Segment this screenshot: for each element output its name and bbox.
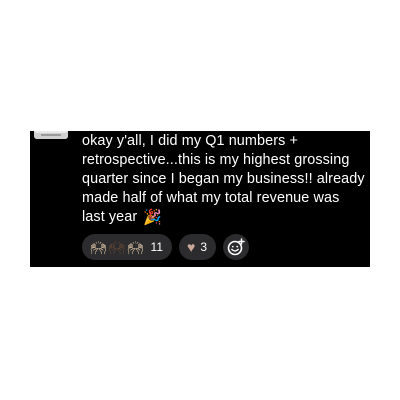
reactions-bar: 🙌︎ 🙌︎ 🙌︎ 11 ♥ 3 xyxy=(82,234,250,260)
message-text: okay y'all, I did my Q1 numbers + retros… xyxy=(82,133,365,225)
add-reaction-button[interactable] xyxy=(223,234,250,260)
avatar[interactable] xyxy=(34,131,68,139)
raised-hands-medium-icon: 🙌︎ xyxy=(127,239,144,255)
message-body: okay y'all, I did my Q1 numbers + retros… xyxy=(82,132,366,227)
heart-icon: ♥ xyxy=(187,239,196,255)
raised-hands-count: 11 xyxy=(150,240,164,254)
message-card: okay y'all, I did my Q1 numbers + retros… xyxy=(30,131,370,267)
raised-hands-light-icon: 🙌︎ xyxy=(90,239,107,255)
add-reaction-icon xyxy=(227,238,245,256)
heart-count: 3 xyxy=(200,240,208,254)
raised-hands-icon: 🙌︎ 🙌︎ 🙌︎ xyxy=(90,241,146,254)
party-popper-icon: 🎉 xyxy=(143,209,163,226)
heart-reaction-button[interactable]: ♥ 3 xyxy=(179,234,217,260)
raised-hands-reaction-button[interactable]: 🙌︎ 🙌︎ 🙌︎ 11 xyxy=(82,234,173,260)
raised-hands-dark-icon: 🙌︎ xyxy=(108,239,126,255)
